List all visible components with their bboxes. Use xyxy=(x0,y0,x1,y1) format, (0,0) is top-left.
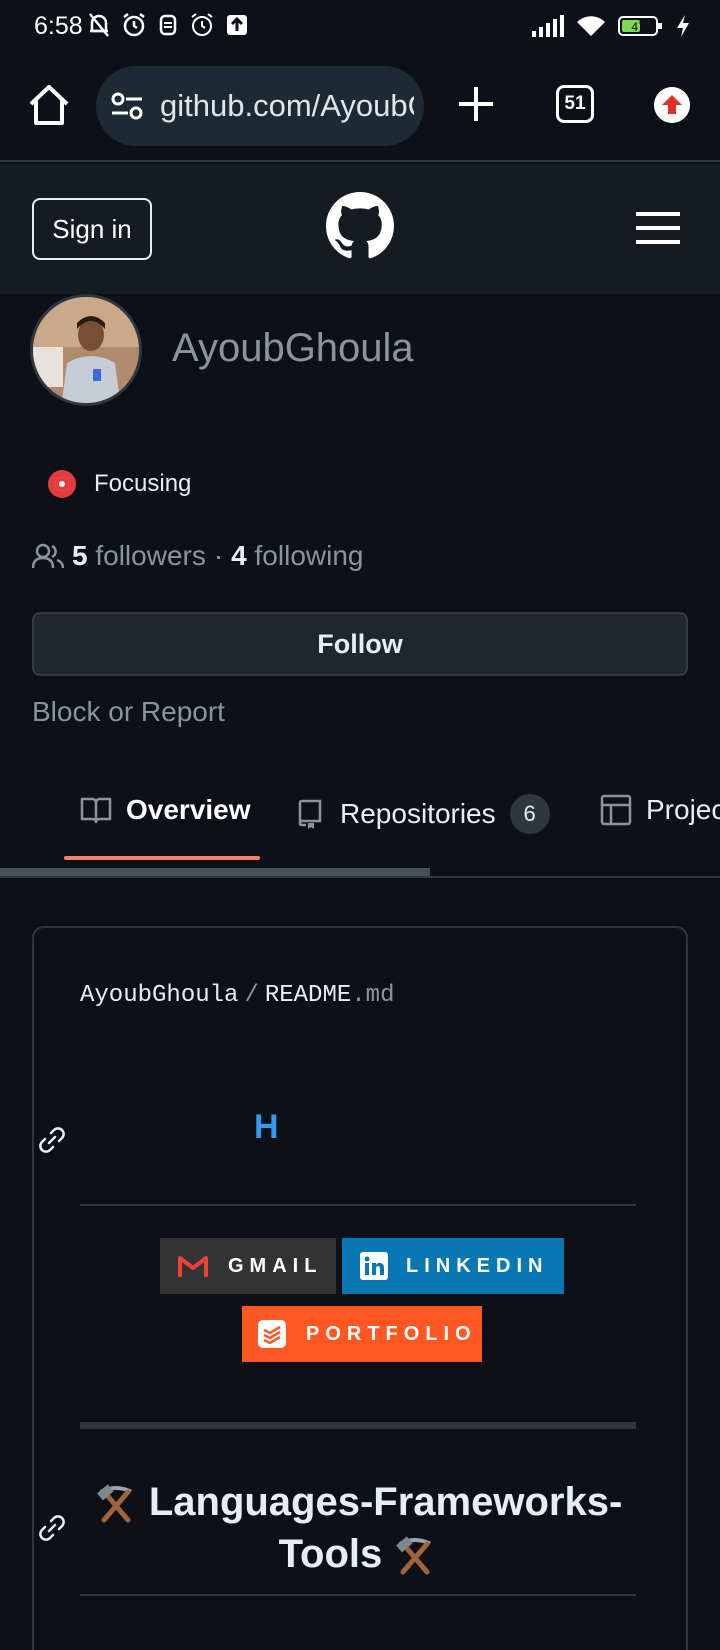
readme-path: AyoubGhoula / README.md xyxy=(80,982,394,1009)
profile-status: Focusing xyxy=(48,470,191,498)
url-bar[interactable]: github.com/AyoubGhoula xyxy=(96,66,424,146)
readme-file-ext: .md xyxy=(351,982,395,1009)
target-icon xyxy=(48,470,76,498)
status-time: 6:58 xyxy=(34,12,83,40)
readme-owner-link[interactable]: AyoubGhoula xyxy=(80,982,238,1009)
wifi-icon xyxy=(577,16,605,36)
tab-projects[interactable]: Projects xyxy=(600,794,720,826)
app-notification-icon xyxy=(159,14,177,36)
tab-projects-label: Projects xyxy=(646,794,720,825)
github-logo-icon[interactable] xyxy=(326,192,394,260)
tabs-divider xyxy=(0,876,720,878)
table-icon xyxy=(600,794,632,826)
people-icon xyxy=(32,543,64,569)
profile-tabs: Overview Repositories 6 Projects xyxy=(0,784,720,878)
hamburger-menu-icon[interactable] xyxy=(636,210,680,246)
heading-anchor-link-icon-2[interactable] xyxy=(36,1512,68,1544)
following-count: 4 xyxy=(231,540,247,571)
followers-count: 5 xyxy=(72,540,88,571)
avatar-photo xyxy=(33,297,139,403)
sign-in-button[interactable]: Sign in xyxy=(32,198,152,260)
tab-repositories[interactable]: Repositories 6 xyxy=(294,794,550,834)
github-header: Sign in xyxy=(0,164,720,294)
linkedin-badge[interactable]: LINKEDIN xyxy=(342,1238,564,1294)
status-bar: 6:58 47 xyxy=(0,0,720,54)
alarm-icon-2 xyxy=(191,13,213,36)
new-tab-icon[interactable] xyxy=(456,84,496,124)
gmail-badge-label: GMAIL xyxy=(228,1254,323,1277)
system-icons: 47 xyxy=(532,14,690,38)
browser-toolbar: github.com/AyoubGhoula 51 xyxy=(0,54,720,162)
status-text: Focusing xyxy=(94,470,192,497)
tab-switcher-button[interactable]: 51 xyxy=(556,85,594,123)
followers-link[interactable]: 5 followers xyxy=(72,540,206,572)
follow-stats: 5 followers · 4 following xyxy=(32,540,363,572)
block-or-report-link[interactable]: Block or Report xyxy=(32,696,225,728)
gmail-badge[interactable]: GMAIL xyxy=(160,1238,336,1294)
portfolio-badge-label: PORTFOLIO xyxy=(306,1322,477,1345)
tab-repositories-label: Repositories xyxy=(340,798,496,829)
follow-separator: · xyxy=(213,540,224,571)
readme-heading-h: H xyxy=(254,1108,279,1146)
linkedin-icon xyxy=(360,1252,388,1280)
book-icon xyxy=(80,797,112,824)
following-link[interactable]: 4 following xyxy=(231,540,363,572)
follow-button[interactable]: Follow xyxy=(32,612,688,676)
alarm-icon xyxy=(123,13,145,37)
portfolio-badge[interactable]: PORTFOLIO xyxy=(242,1306,482,1362)
active-tab-indicator xyxy=(64,856,260,860)
tabs-scrollbar[interactable] xyxy=(0,868,430,876)
linkedin-badge-label: LINKEDIN xyxy=(406,1254,549,1277)
notification-icons xyxy=(88,12,248,38)
todoist-icon xyxy=(258,1320,286,1348)
tab-overview[interactable]: Overview xyxy=(80,794,251,826)
bell-off-icon xyxy=(89,13,109,37)
hammer-pick-icon-2 xyxy=(396,1536,432,1575)
update-icon[interactable] xyxy=(654,87,690,123)
readme-file-name[interactable]: README xyxy=(265,982,351,1009)
upload-notification-icon xyxy=(227,15,247,35)
hammer-pick-icon xyxy=(96,1484,132,1523)
languages-heading: Languages-Frameworks-Tools xyxy=(80,1476,636,1580)
charging-icon xyxy=(677,15,689,37)
following-label: following xyxy=(254,540,364,571)
battery-level: 47 xyxy=(631,20,645,34)
heading-anchor-link-icon[interactable] xyxy=(36,1124,68,1156)
heading-rule xyxy=(80,1204,636,1206)
readme-card: AyoubGhoula / README.md H GMAIL LINKEDIN P… xyxy=(32,926,688,1650)
battery-icon: 47 xyxy=(618,16,662,36)
repo-icon xyxy=(298,799,322,829)
section-divider xyxy=(80,1422,636,1429)
repositories-counter: 6 xyxy=(509,794,550,834)
tab-overview-label: Overview xyxy=(126,794,251,825)
gmail-icon xyxy=(178,1256,208,1277)
languages-heading-text: Languages-Frameworks-Tools xyxy=(148,1480,623,1576)
url-text[interactable]: github.com/AyoubGhoula xyxy=(160,88,414,124)
site-settings-icon[interactable] xyxy=(110,90,144,122)
profile-username: AyoubGhoula xyxy=(172,326,414,370)
home-icon[interactable] xyxy=(26,82,72,128)
path-separator: / xyxy=(244,982,259,1009)
followers-label: followers xyxy=(95,540,206,571)
signal-icon xyxy=(532,15,564,37)
avatar[interactable] xyxy=(30,294,142,406)
heading-rule-2 xyxy=(80,1594,636,1596)
